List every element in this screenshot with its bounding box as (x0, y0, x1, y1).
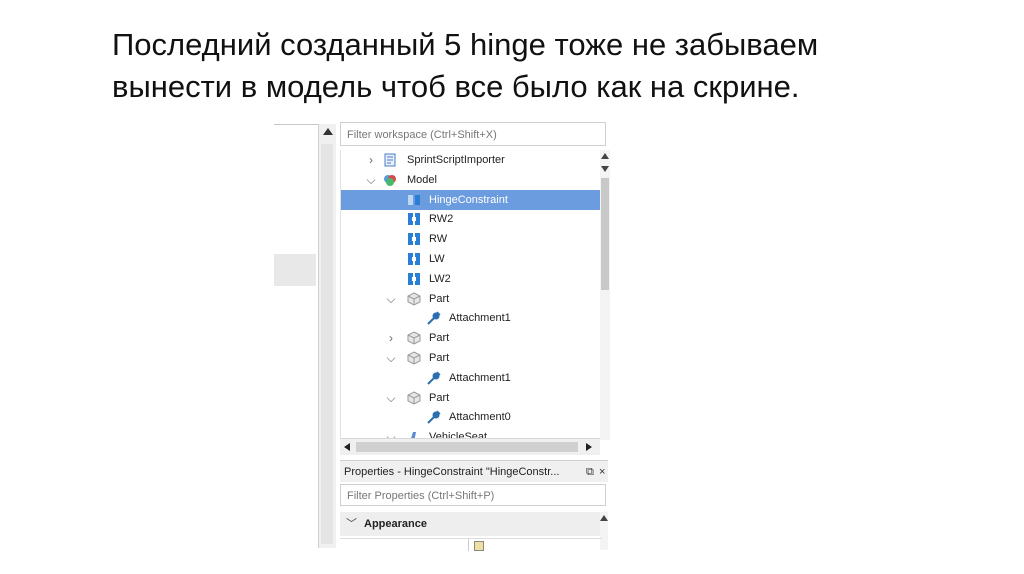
script-icon (383, 153, 397, 167)
tree-item-attachment1[interactable]: Attachment1 (341, 308, 603, 328)
filter-workspace-input[interactable]: Filter workspace (Ctrl+Shift+X) (340, 122, 606, 146)
part-icon (407, 391, 421, 405)
close-icon[interactable]: × (599, 461, 605, 483)
properties-section-appearance[interactable]: ﹀ Appearance (340, 512, 602, 536)
seat-icon (407, 430, 421, 438)
weld-icon (407, 232, 421, 246)
explorer-horizontal-scrollbar[interactable] (340, 438, 600, 455)
tree-item-part[interactable]: › Part (341, 328, 603, 348)
tree-item-label: Part (429, 352, 450, 364)
attachment-icon (427, 311, 441, 326)
column-divider (468, 539, 469, 551)
chevron-down-icon[interactable]: ⌵ (385, 427, 397, 438)
properties-header: Properties - HingeConstraint "HingeConst… (340, 460, 608, 482)
tree-item-rw[interactable]: RW (341, 229, 603, 249)
tree-item-attachment0[interactable]: Attachment0 (341, 407, 603, 427)
part-icon (407, 331, 421, 345)
studio-screenshot: Filter workspace (Ctrl+Shift+X) › SprintS… (274, 120, 610, 551)
chevron-down-icon[interactable]: ⌵ (385, 388, 397, 408)
scroll-left-arrow-icon[interactable] (344, 443, 350, 451)
slide-title-line-2: вынести в модель чтоб все было как на ск… (112, 69, 800, 104)
part-icon (407, 292, 421, 306)
tree-item-part[interactable]: ⌵ Part (341, 348, 603, 368)
filter-properties-input[interactable]: Filter Properties (Ctrl+Shift+P) (340, 484, 606, 506)
tree-item-sprintscriptimporter[interactable]: › SprintScriptImporter (341, 150, 603, 170)
explorer-panel: Filter workspace (Ctrl+Shift+X) › SprintS… (340, 120, 610, 551)
left-scrollbar[interactable] (318, 124, 336, 548)
slide-title-line-1: Последний созданный 5 hinge тоже не забы… (112, 27, 819, 62)
explorer-tree: › SprintScriptImporter ⌵ Model HingeConstrai… (340, 150, 603, 438)
panel-placeholder (274, 254, 316, 286)
tree-item-model[interactable]: ⌵ Model (341, 170, 603, 190)
color-swatch[interactable] (474, 541, 484, 551)
section-label: Appearance (364, 518, 427, 530)
tree-item-label: SprintScriptImporter (407, 154, 505, 166)
slide-title: Последний созданный 5 hinge тоже не забы… (112, 24, 932, 108)
model-icon (383, 173, 397, 187)
tree-item-label: Attachment0 (449, 411, 511, 424)
scroll-right-arrow-icon[interactable] (586, 443, 592, 451)
tree-item-label: Part (429, 332, 450, 345)
tree-item-label: Model (407, 173, 437, 186)
tree-item-label: Part (429, 391, 450, 404)
chevron-down-icon[interactable]: ⌵ (385, 348, 397, 368)
tree-item-label: Part (429, 292, 450, 305)
weld-icon (407, 252, 421, 266)
tree-item-part[interactable]: ⌵ Part (341, 388, 603, 408)
properties-title: Properties - HingeConstraint "HingeConst… (344, 466, 560, 478)
tree-item-label: LW (429, 253, 445, 265)
left-panel (274, 120, 318, 550)
tree-item-lw2[interactable]: LW2 (341, 269, 603, 289)
chevron-down-icon[interactable]: ⌵ (365, 170, 377, 190)
scroll-up-arrow-icon[interactable] (600, 515, 608, 521)
tree-item-label: HingeConstraint (429, 193, 508, 206)
scroll-up-arrow-icon[interactable] (323, 128, 333, 135)
weld-icon (407, 212, 421, 226)
tree-item-hingeconstraint[interactable]: HingeConstraint (341, 189, 603, 210)
attachment-icon (427, 410, 441, 425)
tree-item-label: RW2 (429, 213, 454, 226)
scrollbar-thumb[interactable] (601, 178, 609, 290)
tree-item-part[interactable]: ⌵ Part (341, 289, 603, 309)
constraint-icon (407, 193, 421, 207)
scroll-up-arrow-icon[interactable] (601, 153, 609, 159)
part-icon (407, 351, 421, 365)
tree-item-label: RW (429, 233, 448, 246)
tree-item-label: Attachment1 (449, 312, 511, 325)
divider (274, 124, 318, 125)
weld-icon (407, 272, 421, 286)
chevron-right-icon[interactable]: › (365, 150, 377, 170)
chevron-down-icon[interactable]: ⌵ (385, 289, 397, 309)
tree-item-label: LW2 (429, 272, 451, 285)
tree-item-label: VehicleSeat (429, 431, 488, 438)
explorer-vertical-scrollbar[interactable] (600, 150, 610, 440)
scrollbar-thumb[interactable] (356, 442, 578, 452)
scroll-down-arrow-icon[interactable] (601, 166, 609, 172)
property-row[interactable] (340, 538, 602, 551)
scrollbar-track[interactable] (321, 144, 333, 544)
tree-item-lw[interactable]: LW (341, 249, 603, 269)
tree-item-rw2[interactable]: RW2 (341, 209, 603, 229)
chevron-down-icon[interactable]: ﹀ (346, 512, 357, 536)
dock-icon[interactable]: ⧉ (586, 461, 594, 483)
tree-item-vehicleseat[interactable]: ⌵ VehicleSeat (341, 427, 603, 438)
tree-item-label: Attachment1 (449, 371, 511, 384)
tree-item-attachment1[interactable]: Attachment1 (341, 368, 603, 388)
attachment-icon (427, 371, 441, 385)
chevron-right-icon[interactable]: › (385, 328, 397, 348)
